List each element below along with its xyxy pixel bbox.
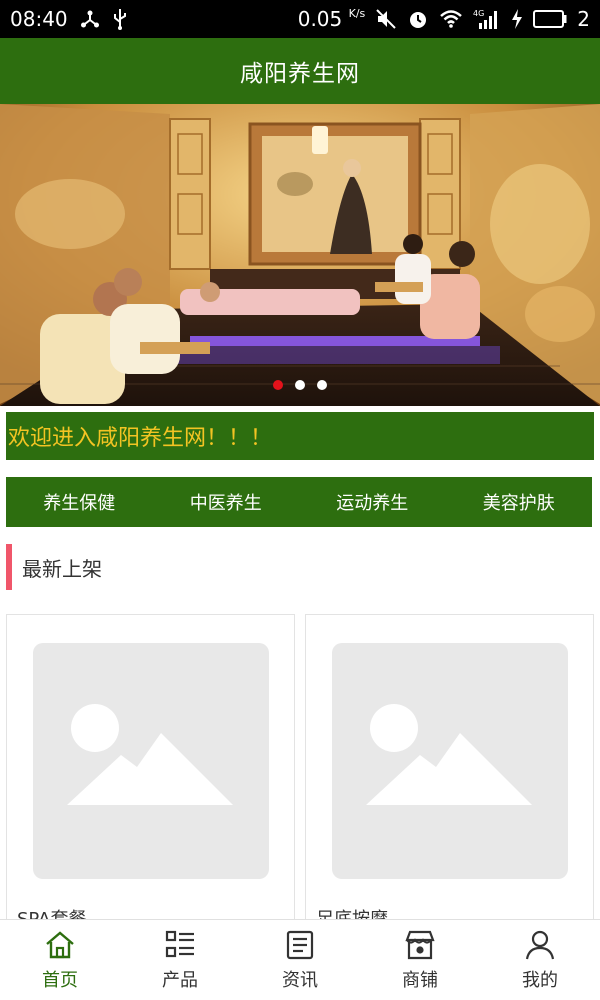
category-health-care[interactable]: 养生保健 xyxy=(6,489,153,515)
category-tcm[interactable]: 中医养生 xyxy=(153,489,300,515)
product-card[interactable]: SPA套餐 xyxy=(6,614,295,934)
battery-level: 2 xyxy=(577,7,590,31)
section-accent-bar xyxy=(6,544,12,590)
clock: 08:40 xyxy=(10,7,68,31)
carousel-dot[interactable] xyxy=(273,380,283,390)
nav-label: 首页 xyxy=(42,970,78,991)
bottom-nav: 首页 产品 资讯 商铺 我的 xyxy=(0,919,600,1000)
status-bar: 08:40 0.05 K/s 4G 2 xyxy=(0,0,600,38)
welcome-text: 欢迎进入咸阳养生网！！！ xyxy=(8,426,273,451)
section-header: 最新上架 xyxy=(6,544,102,590)
user-icon xyxy=(523,928,557,962)
section-title: 最新上架 xyxy=(22,556,102,581)
usb-icon xyxy=(112,8,128,30)
product-card[interactable]: 足底按摩 xyxy=(305,614,594,934)
nav-news[interactable]: 资讯 xyxy=(240,920,360,1000)
category-sport[interactable]: 运动养生 xyxy=(299,489,446,515)
category-beauty[interactable]: 美容护肤 xyxy=(446,489,593,515)
home-icon xyxy=(43,928,77,962)
category-nav: 养生保健 中医养生 运动养生 美容护肤 xyxy=(6,477,592,527)
alarm-icon xyxy=(407,8,429,30)
nav-profile[interactable]: 我的 xyxy=(480,920,600,1000)
app-header: 咸阳养生网 xyxy=(0,38,600,104)
carousel-dots xyxy=(0,380,600,390)
nav-products[interactable]: 产品 xyxy=(120,920,240,1000)
charging-icon xyxy=(511,9,523,29)
nav-label: 我的 xyxy=(522,970,558,991)
nav-stores[interactable]: 商铺 xyxy=(360,920,480,1000)
news-icon xyxy=(283,928,317,962)
store-icon xyxy=(403,928,437,962)
net-speed: 0.05 K/s xyxy=(297,7,366,31)
banner-image xyxy=(0,104,600,406)
page-title: 咸阳养生网 xyxy=(240,61,360,87)
share-icon xyxy=(80,9,100,29)
nav-home[interactable]: 首页 xyxy=(0,920,120,1000)
signal-icon: 4G xyxy=(473,8,501,30)
svg-text:4G: 4G xyxy=(473,9,484,18)
wifi-icon xyxy=(439,9,463,29)
welcome-marquee: 欢迎进入咸阳养生网！！！ xyxy=(6,412,594,460)
carousel-dot[interactable] xyxy=(295,380,305,390)
mute-icon xyxy=(375,8,397,30)
image-placeholder-icon xyxy=(332,643,568,879)
product-grid: SPA套餐 足底按摩 xyxy=(6,614,594,934)
nav-label: 资讯 xyxy=(282,970,318,991)
banner-carousel[interactable] xyxy=(0,104,600,406)
list-icon xyxy=(163,928,197,962)
image-placeholder-icon xyxy=(33,643,269,879)
nav-label: 产品 xyxy=(162,970,198,991)
nav-label: 商铺 xyxy=(402,970,438,991)
battery-icon xyxy=(533,10,567,28)
carousel-dot[interactable] xyxy=(317,380,327,390)
